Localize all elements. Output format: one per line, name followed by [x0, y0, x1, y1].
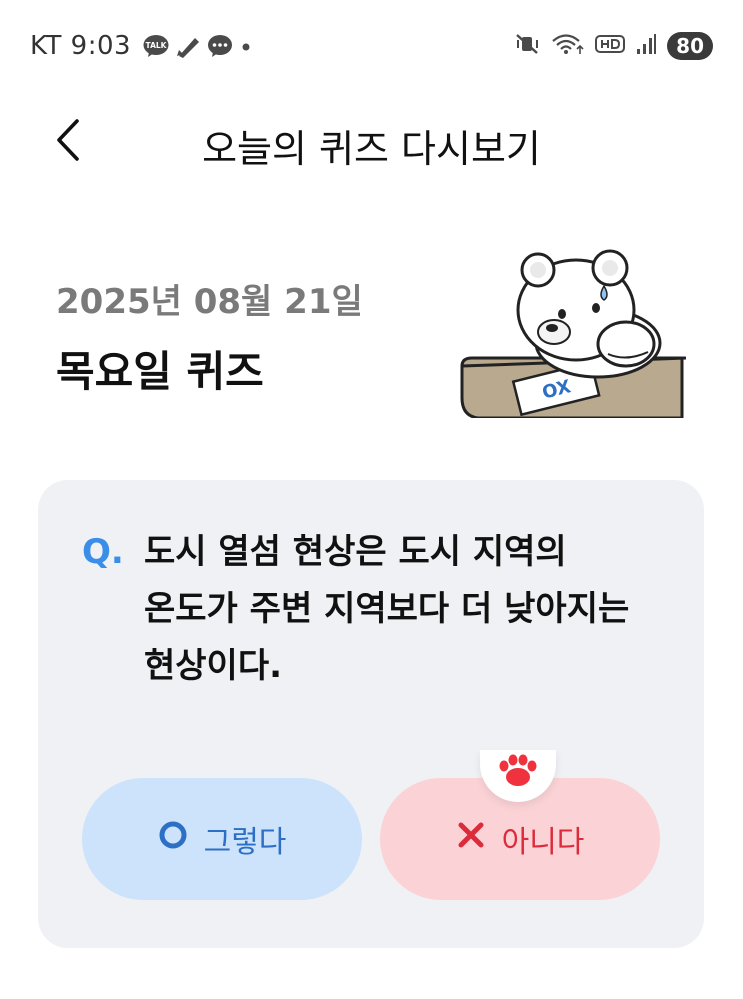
- answer-yes-button[interactable]: 그렇다: [82, 778, 362, 900]
- status-left: KT 9:03 TALK: [30, 28, 253, 64]
- status-bar: KT 9:03 TALK 80: [0, 0, 743, 92]
- hd-icon: [595, 32, 626, 60]
- header: 오늘의 퀴즈 다시보기: [0, 100, 743, 180]
- pen-icon: [175, 34, 201, 58]
- mute-vibrate-icon: [515, 32, 541, 60]
- page-title: 오늘의 퀴즈 다시보기: [202, 127, 541, 171]
- dot-icon: [239, 34, 253, 58]
- answer-no-label: 아니다: [501, 825, 585, 860]
- carrier-time: KT 9:03: [30, 31, 132, 61]
- paw-icon: [493, 750, 543, 794]
- x-mark-icon: [456, 820, 486, 858]
- quiz-day-title: 목요일 퀴즈: [56, 347, 264, 396]
- talk-icon: TALK: [143, 34, 169, 58]
- chat-icon: [207, 34, 233, 58]
- circle-o-icon: [158, 820, 188, 858]
- bear-ox-sheet-illustration: OX: [458, 248, 690, 420]
- quiz-date: 2025년 08월 21일: [56, 282, 363, 322]
- battery-indicator: 80: [667, 32, 713, 60]
- quiz-card: Q. 도시 열섬 현상은 도시 지역의 온도가 주변 지역보다 더 낮아지는 현…: [38, 480, 704, 948]
- question-text: 도시 열섬 현상은 도시 지역의 온도가 주변 지역보다 더 낮아지는 현상이다…: [144, 532, 630, 686]
- talk-icon-label: TALK: [146, 41, 168, 50]
- signal-icon: [635, 32, 657, 60]
- answer-yes-label: 그렇다: [203, 825, 287, 860]
- question-prefix: Q.: [82, 532, 124, 572]
- wifi-icon: [551, 32, 585, 60]
- status-right: 80: [515, 30, 713, 62]
